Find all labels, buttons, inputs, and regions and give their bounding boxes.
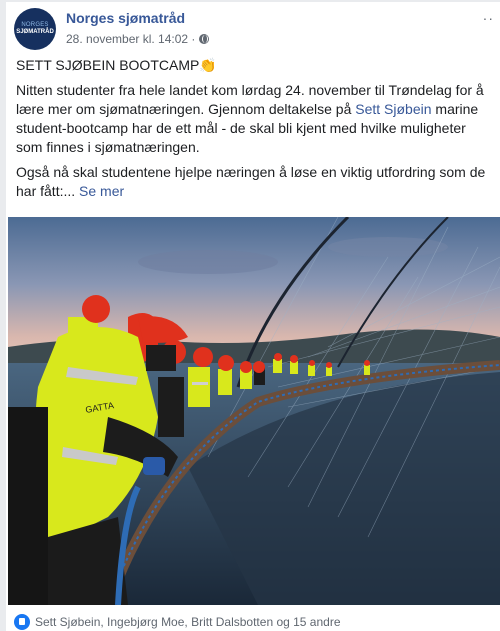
post-photo[interactable]: GATTA bbox=[8, 217, 500, 605]
globe-icon[interactable] bbox=[199, 34, 210, 44]
post-card: NORGES SJØMATRÅD Norges sjømatråd 28. no… bbox=[6, 2, 500, 631]
post-timestamp[interactable]: 28. november kl. 14:02 · bbox=[66, 32, 195, 46]
post-title: SETT SJØBEIN BOOTCAMP bbox=[16, 57, 200, 73]
reactions-bar[interactable]: Sett Sjøbein, Ingebjørg Moe, Britt Dalsb… bbox=[14, 614, 341, 630]
post-paragraph-2: Også nå skal studentene hjelpe næringen … bbox=[16, 163, 496, 201]
post-header: NORGES SJØMATRÅD Norges sjømatråd 28. no… bbox=[14, 8, 494, 54]
avatar-text-bottom: SJØMATRÅD bbox=[16, 29, 54, 35]
page-name-link[interactable]: Norges sjømatråd bbox=[66, 10, 185, 26]
see-more-link[interactable]: Se mer bbox=[79, 183, 124, 199]
clap-emoji-icon: 👏 bbox=[199, 57, 217, 73]
like-icon bbox=[14, 614, 30, 630]
post-text: SETT SJØBEIN BOOTCAMP👏 Nitten studenter … bbox=[16, 56, 496, 207]
reactions-text[interactable]: Sett Sjøbein, Ingebjørg Moe, Britt Dalsb… bbox=[35, 615, 341, 629]
glove bbox=[143, 457, 165, 475]
avatar-text-top: NORGES bbox=[21, 22, 49, 28]
more-options-button[interactable]: ·· bbox=[483, 10, 494, 26]
post-paragraph-1: Nitten studenter fra hele landet kom lør… bbox=[16, 81, 496, 157]
post-title-line: SETT SJØBEIN BOOTCAMP👏 bbox=[16, 56, 496, 75]
post-meta: 28. november kl. 14:02 · bbox=[66, 32, 210, 46]
photo-students-fish-farm: GATTA bbox=[8, 217, 500, 605]
page-avatar[interactable]: NORGES SJØMATRÅD bbox=[14, 8, 56, 50]
sett-sjobein-link[interactable]: Sett Sjøbein bbox=[355, 101, 431, 117]
